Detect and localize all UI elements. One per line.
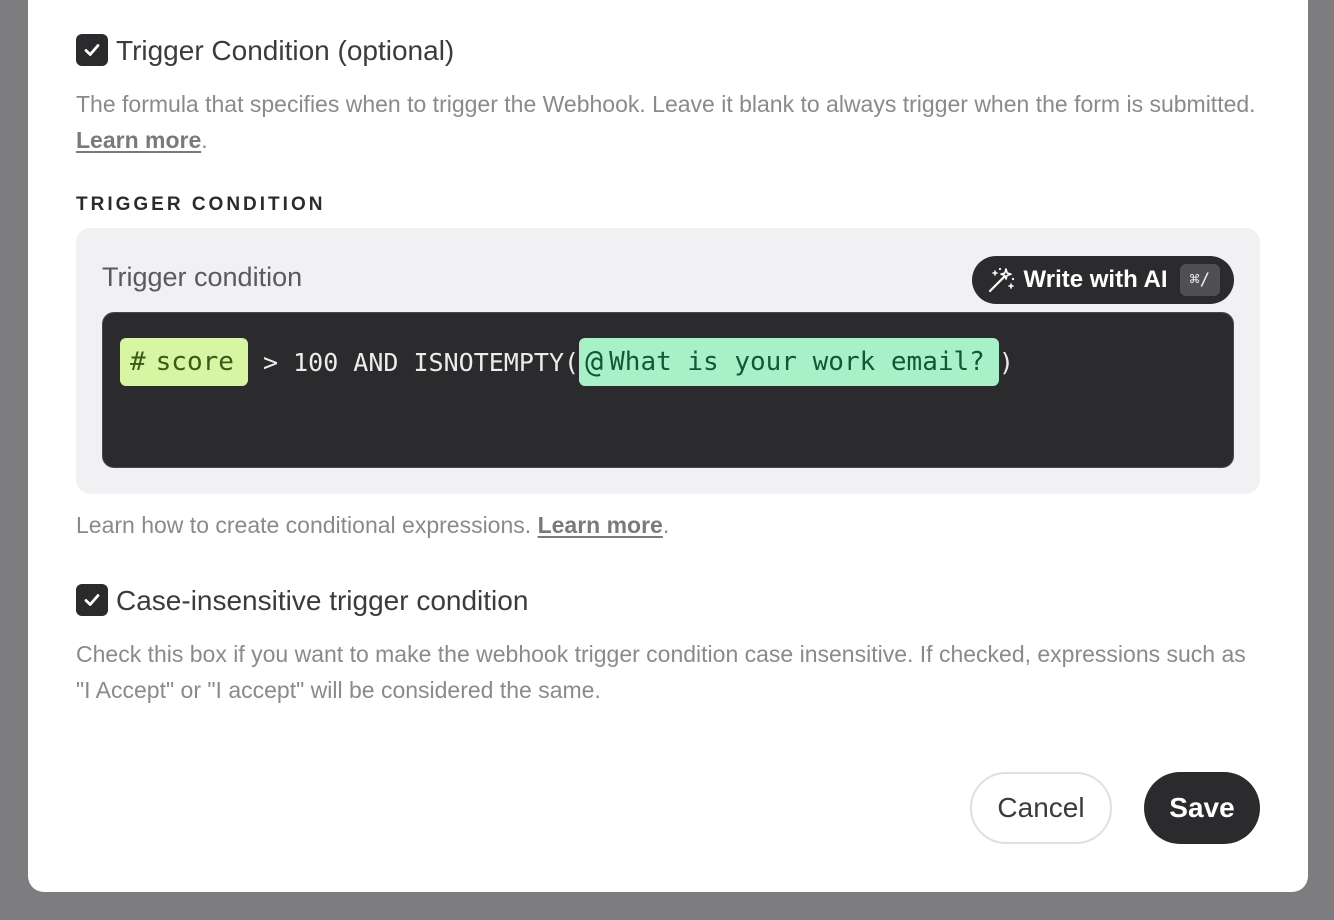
- write-with-ai-label: Write with AI: [1023, 266, 1168, 293]
- write-with-ai-button[interactable]: Write with AI ⌘/: [971, 256, 1234, 304]
- trigger-learn-more-link[interactable]: Learn more: [76, 127, 201, 153]
- email-chip-label: What is your work email?: [609, 347, 985, 377]
- conditional-expressions-help: Learn how to create conditional expressi…: [76, 512, 669, 539]
- cancel-button[interactable]: Cancel: [970, 772, 1112, 844]
- case-insensitive-description: Check this box if you want to make the w…: [76, 641, 1246, 703]
- case-insensitive-label[interactable]: Case-insensitive trigger condition: [116, 585, 528, 617]
- checkmark-icon: [84, 44, 100, 56]
- case-insensitive-checkbox[interactable]: [76, 584, 108, 616]
- trigger-condition-description: The formula that specifies when to trigg…: [76, 86, 1266, 158]
- score-chip-label: score: [155, 347, 234, 377]
- help-learn-more-link[interactable]: Learn more: [538, 512, 663, 538]
- formula-expression: # score > 100 AND ISNOTEMPTY( @ What is …: [120, 338, 1014, 386]
- trigger-condition-label[interactable]: Trigger Condition (optional): [116, 35, 454, 67]
- trigger-condition-card: Trigger condition Write with AI ⌘/ # sco…: [76, 228, 1260, 494]
- checkmark-icon: [84, 594, 100, 606]
- trigger-condition-field-label: Trigger condition: [102, 262, 303, 292]
- webhook-settings-modal: Trigger Condition (optional) The formula…: [28, 0, 1308, 892]
- hash-icon: #: [130, 347, 146, 377]
- trigger-condition-checkbox[interactable]: [76, 34, 108, 66]
- formula-closing-paren: ): [998, 347, 1014, 377]
- formula-operator-text: > 100 AND ISNOTEMPTY(: [247, 347, 580, 377]
- formula-editor[interactable]: # score > 100 AND ISNOTEMPTY( @ What is …: [102, 312, 1234, 468]
- score-variable-chip[interactable]: # score: [120, 338, 248, 386]
- trigger-description-text: The formula that specifies when to trigg…: [76, 91, 1256, 117]
- trigger-condition-section-title: TRIGGER CONDITION: [76, 194, 326, 215]
- save-button[interactable]: Save: [1144, 772, 1260, 844]
- email-question-chip[interactable]: @ What is your work email?: [579, 338, 999, 386]
- help-period: .: [662, 512, 670, 538]
- trigger-period: .: [201, 127, 208, 153]
- help-text: Learn how to create conditional expressi…: [76, 512, 532, 538]
- at-sign-icon: @: [585, 344, 604, 380]
- magic-wand-icon: [988, 267, 1014, 293]
- ai-shortcut-badge: ⌘/: [1179, 264, 1220, 296]
